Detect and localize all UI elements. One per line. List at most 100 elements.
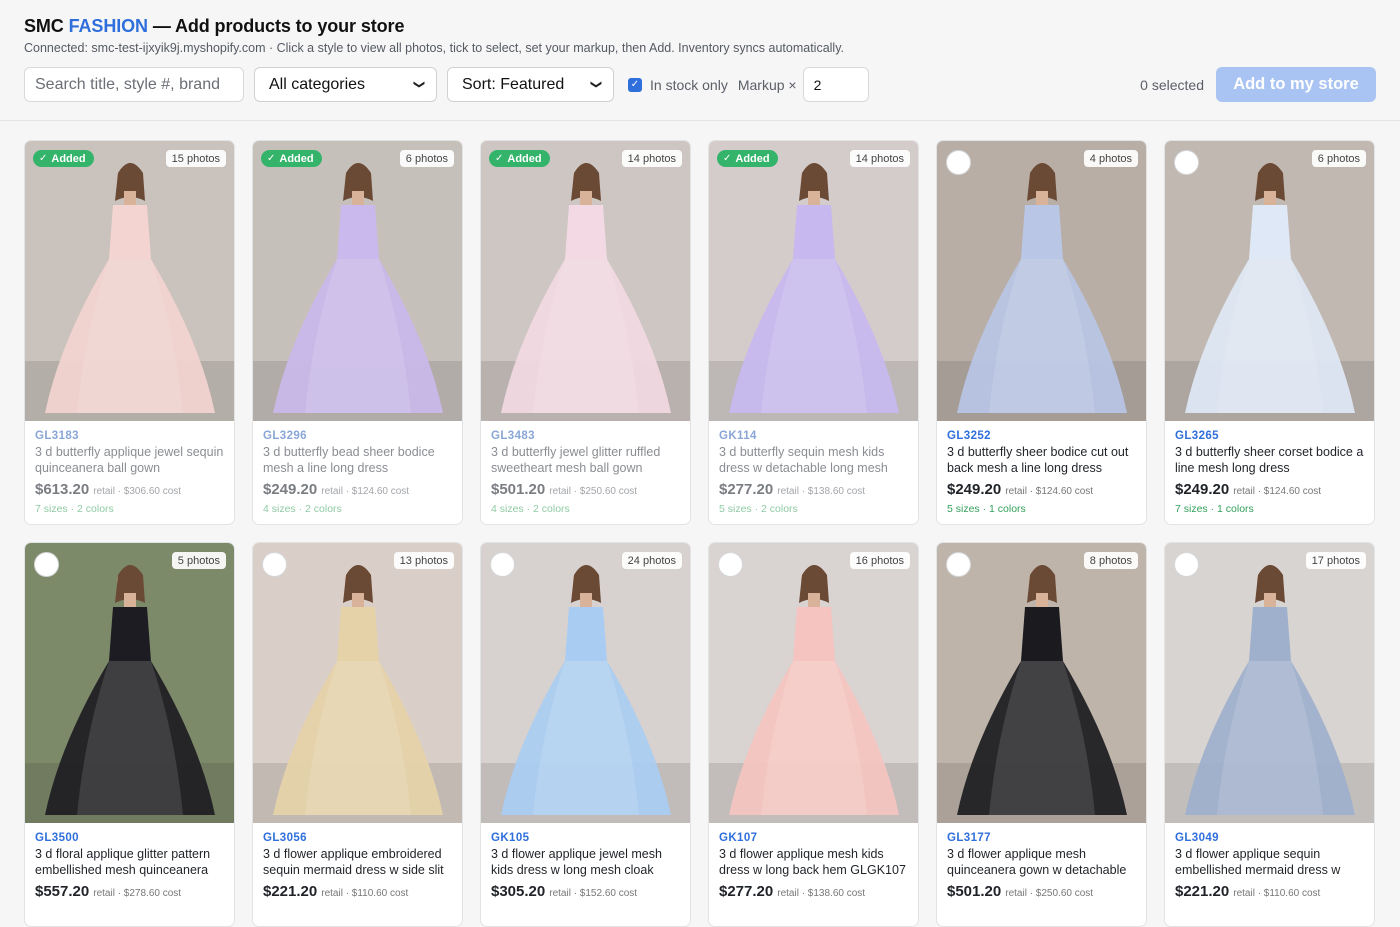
added-badge: ✓ Added	[33, 150, 94, 167]
product-card[interactable]: 16 photos GK107 3 d flower applique mesh k…	[708, 542, 919, 927]
product-name: 3 d butterfly applique jewel sequin quin…	[35, 445, 224, 475]
style-number: GL3500	[35, 832, 79, 844]
select-checkbox[interactable]	[262, 552, 287, 577]
retail-price: $277.20	[719, 481, 774, 498]
photo-count-badge: 15 photos	[165, 150, 226, 167]
in-stock-checkbox[interactable]: ✓	[628, 77, 642, 92]
retail-price: $249.20	[1175, 481, 1230, 498]
product-name: 3 d butterfly sheer bodice cut out back …	[947, 445, 1129, 475]
select-checkbox[interactable]	[718, 552, 743, 577]
photo-count-badge: 13 photos	[393, 552, 454, 569]
photo-count-badge: 5 photos	[171, 552, 226, 569]
product-card[interactable]: 4 photos GL3252 3 d butterfly sheer bodice…	[936, 140, 1147, 525]
check-icon: ✓	[495, 153, 504, 164]
size-color-count: 4 sizes · 2 colors	[263, 503, 342, 515]
product-card[interactable]: ✓ Added 15 photos GL3183 3 d butterfly appli…	[24, 140, 235, 525]
product-photo[interactable]: ✓ Added 15 photos	[25, 141, 234, 421]
product-photo[interactable]: 17 photos	[1165, 543, 1374, 823]
retail-price: $221.20	[1175, 883, 1230, 900]
product-name: 3 d flower applique sequin embellished m…	[1175, 847, 1341, 877]
select-checkbox[interactable]	[34, 552, 59, 577]
cost-note: retail · $110.60 cost	[321, 888, 409, 899]
cost-note: retail · $124.60 cost	[1005, 486, 1094, 497]
product-name: 3 d flower applique embroidered sequin m…	[263, 847, 444, 877]
check-icon: ✓	[39, 153, 48, 164]
check-icon: ✓	[723, 153, 732, 164]
cost-note: retail · $152.60 cost	[549, 888, 638, 899]
product-name: 3 d flower applique jewel mesh kids dres…	[491, 847, 662, 877]
retail-price: $221.20	[263, 883, 318, 900]
size-color-count: 5 sizes · 1 colors	[947, 503, 1026, 515]
product-photo[interactable]: 24 photos	[481, 543, 690, 823]
page-title: SMC FASHION — Add products to your store	[24, 16, 1376, 37]
select-checkbox[interactable]	[1174, 552, 1199, 577]
product-grid: ✓ Added 15 photos GL3183 3 d butterfly appli…	[24, 140, 1376, 927]
product-card[interactable]: 17 photos GL3049 3 d flower applique sequi…	[1164, 542, 1375, 927]
size-color-count: 5 sizes · 2 colors	[719, 503, 798, 515]
product-photo[interactable]: 4 photos	[937, 141, 1146, 421]
added-badge-label: Added	[51, 152, 86, 165]
product-name: 3 d flower applique mesh quinceanera gow…	[947, 847, 1127, 877]
added-badge-label: Added	[507, 152, 542, 165]
retail-price: $501.20	[491, 481, 546, 498]
product-photo[interactable]: 13 photos	[253, 543, 462, 823]
style-number: GL3296	[263, 430, 307, 442]
product-card[interactable]: 6 photos GL3265 3 d butterfly sheer corset…	[1164, 140, 1375, 525]
product-photo[interactable]: ✓ Added 6 photos	[253, 141, 462, 421]
product-card[interactable]: ✓ Added 14 photos GK114 3 d butterfly sequin…	[708, 140, 919, 525]
product-card[interactable]: 8 photos GL3177 3 d flower applique mesh q…	[936, 542, 1147, 927]
retail-price: $249.20	[947, 481, 1002, 498]
style-number: GL3483	[491, 430, 535, 442]
product-photo[interactable]: 8 photos	[937, 543, 1146, 823]
retail-price: $249.20	[263, 481, 318, 498]
select-checkbox[interactable]	[946, 150, 971, 175]
size-color-count: 7 sizes · 1 colors	[1175, 503, 1254, 515]
category-select-value: All categories	[269, 75, 366, 93]
product-photo[interactable]: ✓ Added 14 photos	[481, 141, 690, 421]
add-to-store-button[interactable]: Add to my store	[1216, 67, 1376, 102]
category-select[interactable]: All categories ❯	[254, 67, 437, 102]
product-card[interactable]: 24 photos GK105 3 d flower applique jewel …	[480, 542, 691, 927]
select-checkbox[interactable]	[490, 552, 515, 577]
cost-note: retail · $124.60 cost	[321, 486, 410, 497]
connection-subtitle: Connected: smc-test-ijxyik9j.myshopify.c…	[24, 41, 844, 55]
product-card[interactable]: ✓ Added 14 photos GL3483 3 d butterfly jewel…	[480, 140, 691, 525]
product-photo[interactable]: ✓ Added 14 photos	[709, 141, 918, 421]
markup-label: Markup ×	[737, 76, 797, 93]
product-photo[interactable]: 16 photos	[709, 543, 918, 823]
product-photo[interactable]: 5 photos	[25, 543, 234, 823]
product-name: 3 d butterfly sequin mesh kids dress w d…	[719, 445, 888, 475]
retail-price: $557.20	[35, 883, 90, 900]
in-stock-label: In stock only	[650, 76, 728, 93]
brand-smc: SMC	[24, 16, 64, 36]
check-icon: ✓	[630, 78, 640, 90]
product-card[interactable]: 5 photos GL3500 3 d floral applique glitte…	[24, 542, 235, 927]
markup-input[interactable]	[802, 67, 869, 102]
title-text: — Add products to your store	[152, 16, 405, 36]
product-card[interactable]: 13 photos GL3056 3 d flower applique embro…	[252, 542, 463, 927]
added-badge-label: Added	[735, 152, 770, 165]
select-checkbox[interactable]	[1174, 150, 1199, 175]
added-badge: ✓ Added	[489, 150, 550, 167]
added-badge-label: Added	[279, 152, 314, 165]
search-input[interactable]	[24, 67, 244, 102]
photo-count-badge: 14 photos	[621, 150, 682, 167]
retail-price: $277.20	[719, 883, 774, 900]
cost-note: retail · $306.60 cost	[93, 486, 182, 497]
sort-select[interactable]: Sort: Featured ❯	[447, 67, 614, 102]
retail-price: $613.20	[35, 481, 90, 498]
style-number: GL3252	[947, 430, 991, 442]
size-color-count: 4 sizes · 2 colors	[491, 503, 570, 515]
product-photo[interactable]: 6 photos	[1165, 141, 1374, 421]
select-checkbox[interactable]	[946, 552, 971, 577]
cost-note: retail · $124.60 cost	[1233, 486, 1322, 497]
cost-note: retail · $278.60 cost	[93, 888, 182, 899]
product-card[interactable]: ✓ Added 6 photos GL3296 3 d butterfly bead s…	[252, 140, 463, 525]
photo-count-badge: 6 photos	[399, 150, 454, 167]
style-number: GL3265	[1175, 430, 1219, 442]
check-icon: ✓	[267, 153, 276, 164]
cost-note: retail · $250.60 cost	[1005, 888, 1094, 899]
photo-count-badge: 14 photos	[849, 150, 910, 167]
photo-count-badge: 17 photos	[1305, 552, 1366, 569]
brand-fashion: FASHION	[68, 16, 148, 36]
